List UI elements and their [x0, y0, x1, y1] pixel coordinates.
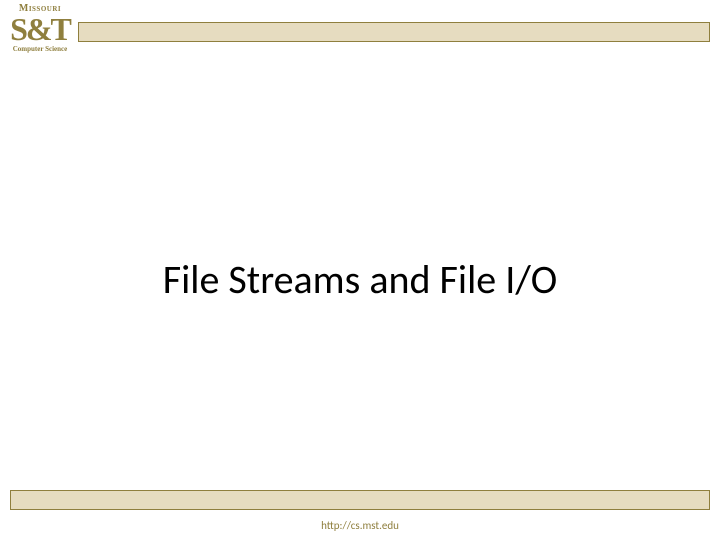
logo-line-3: Computer Science	[6, 46, 74, 53]
header-bar	[78, 22, 710, 42]
university-logo: Missouri S&T Computer Science	[6, 4, 74, 53]
footer-bar	[10, 490, 710, 510]
footer-url: http://cs.mst.edu	[0, 519, 720, 532]
slide-title: File Streams and File I/O	[0, 255, 720, 304]
logo-line-2: S&T	[6, 15, 74, 44]
